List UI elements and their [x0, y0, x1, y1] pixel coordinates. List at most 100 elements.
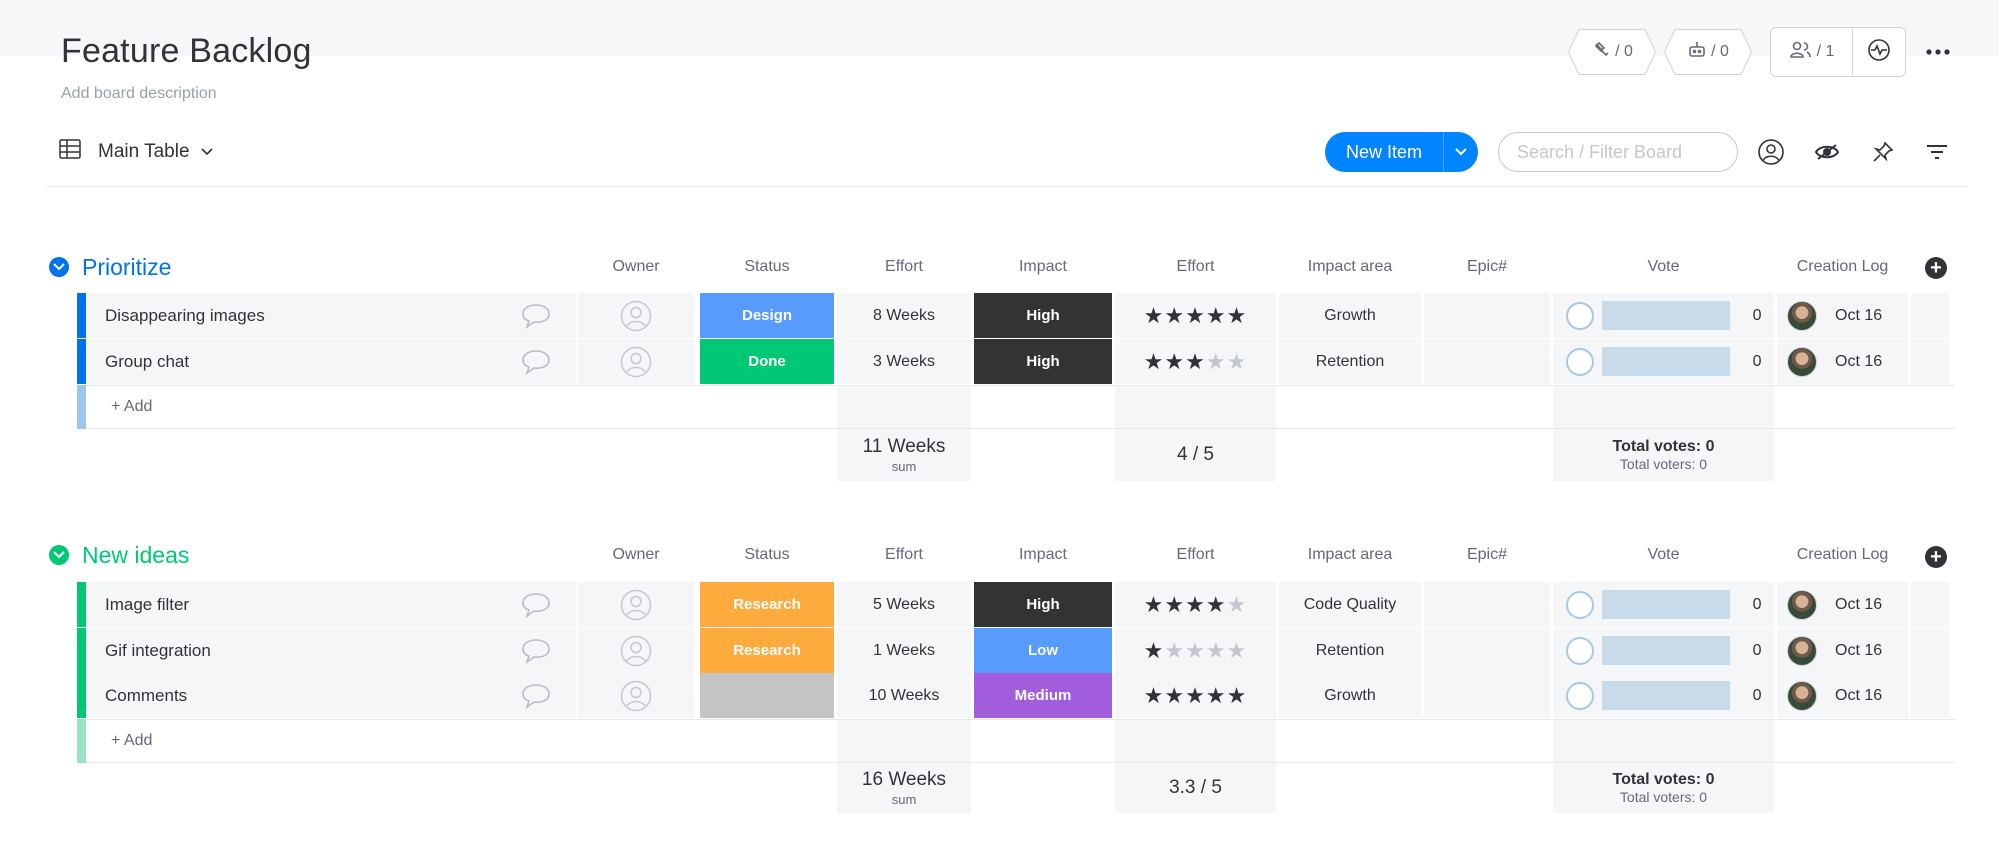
rating-stars[interactable]: ★ ★ ★ ★ ★: [1115, 628, 1276, 673]
board-description[interactable]: Add board description: [61, 85, 217, 103]
rating-stars[interactable]: ★ ★ ★ ★ ★: [1115, 293, 1276, 338]
view-tab-main-table[interactable]: Main Table: [58, 136, 214, 168]
vote-button[interactable]: [1565, 681, 1594, 710]
column-header-vote[interactable]: Vote: [1553, 546, 1774, 564]
group-collapse-icon[interactable]: [49, 257, 69, 277]
group-collapse-icon[interactable]: [49, 545, 69, 565]
table-row[interactable]: Group chat Done 3 Weeks High ★ ★ ★ ★ ★ Reten…: [77, 339, 1961, 384]
column-header-owner[interactable]: Owner: [578, 546, 694, 564]
vote-button[interactable]: [1565, 347, 1594, 376]
impact-badge[interactable]: Low: [974, 628, 1112, 673]
status-badge[interactable]: Design: [700, 293, 834, 338]
add-column-button[interactable]: +: [1925, 546, 1947, 568]
column-header-status[interactable]: Status: [700, 546, 834, 564]
epic-cell[interactable]: [1424, 673, 1550, 718]
impact-area-cell[interactable]: Code Quality: [1279, 582, 1421, 627]
column-header-effort[interactable]: Effort: [837, 546, 971, 564]
group-title[interactable]: Prioritize: [82, 254, 171, 281]
effort-cell[interactable]: 5 Weeks: [837, 582, 971, 627]
impact-area-cell[interactable]: Retention: [1279, 339, 1421, 384]
eye-hide-icon[interactable]: [1810, 135, 1844, 169]
impact-badge[interactable]: High: [974, 339, 1112, 384]
epic-cell[interactable]: [1424, 339, 1550, 384]
comment-icon[interactable]: [496, 628, 576, 673]
epic-cell[interactable]: [1424, 293, 1550, 338]
add-item-row[interactable]: + Add: [77, 385, 1955, 429]
automations-button[interactable]: / 0: [1664, 29, 1752, 75]
column-header-creation-log[interactable]: Creation Log: [1777, 546, 1908, 564]
owner-avatar-placeholder[interactable]: [578, 628, 694, 673]
add-item-input[interactable]: + Add: [86, 385, 1955, 429]
impact-badge[interactable]: Medium: [974, 673, 1112, 718]
item-name[interactable]: Comments: [86, 673, 496, 718]
column-header-creation-log[interactable]: Creation Log: [1777, 258, 1908, 276]
person-filter-icon[interactable]: [1754, 135, 1788, 169]
search-filter-box[interactable]: [1498, 132, 1738, 172]
table-row[interactable]: Gif integration Research 1 Weeks Low ★ ★ ★…: [77, 628, 1961, 673]
search-input[interactable]: [1517, 141, 1717, 163]
impact-area-cell[interactable]: Retention: [1279, 628, 1421, 673]
integrations-button[interactable]: / 0: [1568, 29, 1656, 75]
comment-icon[interactable]: [496, 293, 576, 338]
item-name[interactable]: Image filter: [86, 582, 496, 627]
column-header-owner[interactable]: Owner: [578, 258, 694, 276]
rating-stars[interactable]: ★ ★ ★ ★ ★: [1115, 339, 1276, 384]
avatar[interactable]: [1787, 346, 1817, 377]
group-title[interactable]: New ideas: [82, 542, 189, 569]
board-title[interactable]: Feature Backlog: [61, 32, 312, 71]
column-header-epic[interactable]: Epic#: [1424, 546, 1550, 564]
more-options-icon[interactable]: [1922, 38, 1954, 66]
vote-button[interactable]: [1565, 636, 1594, 665]
status-badge[interactable]: [700, 673, 834, 718]
column-header-epic[interactable]: Epic#: [1424, 258, 1550, 276]
pin-icon[interactable]: [1866, 135, 1900, 169]
table-row[interactable]: Comments 10 Weeks Medium ★ ★ ★ ★ ★ Growth 0 …: [77, 673, 1961, 718]
column-header-effort-rating[interactable]: Effort: [1115, 546, 1276, 564]
status-badge[interactable]: Research: [700, 582, 834, 627]
item-name[interactable]: Gif integration: [86, 628, 496, 673]
impact-area-cell[interactable]: Growth: [1279, 673, 1421, 718]
comment-icon[interactable]: [496, 673, 576, 718]
column-header-impact-area[interactable]: Impact area: [1279, 546, 1421, 564]
effort-cell[interactable]: 10 Weeks: [837, 673, 971, 718]
avatar[interactable]: [1787, 300, 1817, 331]
rating-stars[interactable]: ★ ★ ★ ★ ★: [1115, 582, 1276, 627]
vote-button[interactable]: [1565, 590, 1594, 619]
column-header-vote[interactable]: Vote: [1553, 258, 1774, 276]
status-badge[interactable]: Research: [700, 628, 834, 673]
owner-avatar-placeholder[interactable]: [578, 673, 694, 718]
owner-avatar-placeholder[interactable]: [578, 582, 694, 627]
table-row[interactable]: Image filter Research 5 Weeks High ★ ★ ★ ★ ★…: [77, 582, 1961, 627]
column-header-status[interactable]: Status: [700, 258, 834, 276]
effort-cell[interactable]: 3 Weeks: [837, 339, 971, 384]
impact-badge[interactable]: High: [974, 293, 1112, 338]
new-item-button[interactable]: New Item: [1325, 132, 1443, 172]
item-name[interactable]: Group chat: [86, 339, 496, 384]
status-badge[interactable]: Done: [700, 339, 834, 384]
add-item-input[interactable]: + Add: [86, 719, 1955, 763]
effort-cell[interactable]: 8 Weeks: [837, 293, 971, 338]
vote-button[interactable]: [1565, 301, 1594, 330]
item-name[interactable]: Disappearing images: [86, 293, 496, 338]
new-item-dropdown-button[interactable]: [1443, 132, 1478, 172]
owner-avatar-placeholder[interactable]: [578, 293, 694, 338]
effort-cell[interactable]: 1 Weeks: [837, 628, 971, 673]
avatar[interactable]: [1787, 635, 1817, 666]
add-column-button[interactable]: +: [1925, 257, 1947, 279]
table-row[interactable]: Disappearing images Design 8 Weeks High …: [77, 293, 1961, 338]
column-header-impact[interactable]: Impact: [974, 258, 1112, 276]
avatar[interactable]: [1787, 589, 1817, 620]
impact-area-cell[interactable]: Growth: [1279, 293, 1421, 338]
epic-cell[interactable]: [1424, 582, 1550, 627]
epic-cell[interactable]: [1424, 628, 1550, 673]
avatar[interactable]: [1787, 680, 1817, 711]
members-button[interactable]: / 1: [1771, 28, 1853, 76]
comment-icon[interactable]: [496, 339, 576, 384]
column-header-impact[interactable]: Impact: [974, 546, 1112, 564]
activity-button[interactable]: [1853, 28, 1905, 76]
owner-avatar-placeholder[interactable]: [578, 339, 694, 384]
chevron-down-icon[interactable]: [200, 141, 214, 163]
filter-icon[interactable]: [1920, 135, 1954, 169]
add-item-row[interactable]: + Add: [77, 719, 1955, 763]
rating-stars[interactable]: ★ ★ ★ ★ ★: [1115, 673, 1276, 718]
